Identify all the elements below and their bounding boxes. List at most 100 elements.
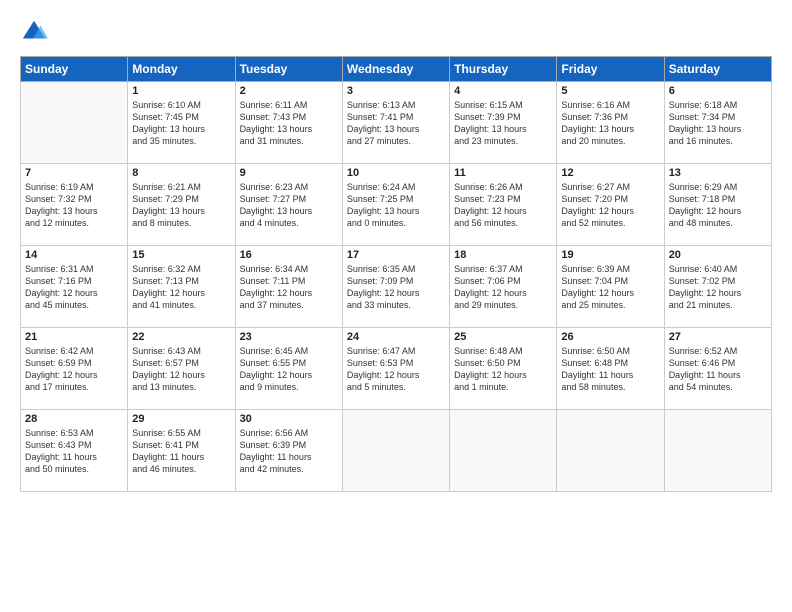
calendar-cell: 14Sunrise: 6:31 AMSunset: 7:16 PMDayligh… xyxy=(21,246,128,328)
cell-info: Sunrise: 6:48 AMSunset: 6:50 PMDaylight:… xyxy=(454,345,552,394)
calendar-cell xyxy=(21,82,128,164)
weekday-header-thursday: Thursday xyxy=(450,57,557,82)
calendar-week-row: 21Sunrise: 6:42 AMSunset: 6:59 PMDayligh… xyxy=(21,328,772,410)
cell-info: Sunrise: 6:16 AMSunset: 7:36 PMDaylight:… xyxy=(561,99,659,148)
calendar-cell: 10 Sunrise: 6:24 AMSunset: 7:25 PMDayligh… xyxy=(342,164,449,246)
calendar-cell: 28 Sunrise: 6:53 AMSunset: 6:43 PMDayligh… xyxy=(21,410,128,492)
calendar-cell: 23 Sunrise: 6:45 AMSunset: 6:55 PMDayligh… xyxy=(235,328,342,410)
calendar-cell: 3 Sunrise: 6:13 AMSunset: 7:41 PMDaylight… xyxy=(342,82,449,164)
calendar-week-row: 1 Sunrise: 6:10 AMSunset: 7:45 PMDaylight… xyxy=(21,82,772,164)
cell-info: Sunrise: 6:18 AMSunset: 7:34 PMDaylight:… xyxy=(669,99,767,148)
weekday-header-friday: Friday xyxy=(557,57,664,82)
calendar-cell xyxy=(664,410,771,492)
calendar-cell: 27 Sunrise: 6:52 AMSunset: 6:46 PMDayligh… xyxy=(664,328,771,410)
day-number: 9 xyxy=(240,167,338,179)
calendar-cell: 26 Sunrise: 6:50 AMSunset: 6:48 PMDayligh… xyxy=(557,328,664,410)
cell-info: Sunrise: 6:26 AMSunset: 7:23 PMDaylight:… xyxy=(454,181,552,230)
day-number: 1 xyxy=(132,85,230,97)
cell-info: Sunrise: 6:35 AMSunset: 7:09 PMDaylight:… xyxy=(347,263,445,312)
calendar-cell: 7 Sunrise: 6:19 AMSunset: 7:32 PMDaylight… xyxy=(21,164,128,246)
weekday-header-wednesday: Wednesday xyxy=(342,57,449,82)
calendar-cell: 29 Sunrise: 6:55 AMSunset: 6:41 PMDayligh… xyxy=(128,410,235,492)
weekday-header-tuesday: Tuesday xyxy=(235,57,342,82)
logo xyxy=(20,18,52,46)
cell-info: Sunrise: 6:42 AMSunset: 6:59 PMDaylight:… xyxy=(25,345,123,394)
cell-info: Sunrise: 6:34 AMSunset: 7:11 PMDaylight:… xyxy=(240,263,338,312)
cell-info: Sunrise: 6:27 AMSunset: 7:20 PMDaylight:… xyxy=(561,181,659,230)
day-number: 22 xyxy=(132,331,230,343)
day-number: 30 xyxy=(240,413,338,425)
cell-info: Sunrise: 6:52 AMSunset: 6:46 PMDaylight:… xyxy=(669,345,767,394)
cell-info: Sunrise: 6:29 AMSunset: 7:18 PMDaylight:… xyxy=(669,181,767,230)
calendar-cell: 13 Sunrise: 6:29 AMSunset: 7:18 PMDayligh… xyxy=(664,164,771,246)
calendar-week-row: 7 Sunrise: 6:19 AMSunset: 7:32 PMDaylight… xyxy=(21,164,772,246)
calendar-body: 1 Sunrise: 6:10 AMSunset: 7:45 PMDaylight… xyxy=(21,82,772,492)
day-number: 7 xyxy=(25,167,123,179)
calendar-cell: 1 Sunrise: 6:10 AMSunset: 7:45 PMDaylight… xyxy=(128,82,235,164)
calendar-week-row: 28 Sunrise: 6:53 AMSunset: 6:43 PMDayligh… xyxy=(21,410,772,492)
day-number: 26 xyxy=(561,331,659,343)
cell-info: Sunrise: 6:55 AMSunset: 6:41 PMDaylight:… xyxy=(132,427,230,476)
cell-info: Sunrise: 6:43 AMSunset: 6:57 PMDaylight:… xyxy=(132,345,230,394)
day-number: 28 xyxy=(25,413,123,425)
day-number: 24 xyxy=(347,331,445,343)
day-number: 5 xyxy=(561,85,659,97)
day-number: 17 xyxy=(347,249,445,261)
calendar-cell: 9 Sunrise: 6:23 AMSunset: 7:27 PMDaylight… xyxy=(235,164,342,246)
cell-info: Sunrise: 6:13 AMSunset: 7:41 PMDaylight:… xyxy=(347,99,445,148)
cell-info: Sunrise: 6:23 AMSunset: 7:27 PMDaylight:… xyxy=(240,181,338,230)
calendar-cell: 2 Sunrise: 6:11 AMSunset: 7:43 PMDaylight… xyxy=(235,82,342,164)
cell-info: Sunrise: 6:19 AMSunset: 7:32 PMDaylight:… xyxy=(25,181,123,230)
day-number: 16 xyxy=(240,249,338,261)
cell-info: Sunrise: 6:11 AMSunset: 7:43 PMDaylight:… xyxy=(240,99,338,148)
calendar-cell: 19 Sunrise: 6:39 AMSunset: 7:04 PMDayligh… xyxy=(557,246,664,328)
day-number: 3 xyxy=(347,85,445,97)
day-number: 2 xyxy=(240,85,338,97)
cell-info: Sunrise: 6:37 AMSunset: 7:06 PMDaylight:… xyxy=(454,263,552,312)
weekday-header-monday: Monday xyxy=(128,57,235,82)
cell-info: Sunrise: 6:32 AMSunset: 7:13 PMDaylight:… xyxy=(132,263,230,312)
calendar-cell: 4 Sunrise: 6:15 AMSunset: 7:39 PMDaylight… xyxy=(450,82,557,164)
day-number: 25 xyxy=(454,331,552,343)
day-number: 4 xyxy=(454,85,552,97)
cell-info: Sunrise: 6:45 AMSunset: 6:55 PMDaylight:… xyxy=(240,345,338,394)
calendar-cell: 25 Sunrise: 6:48 AMSunset: 6:50 PMDayligh… xyxy=(450,328,557,410)
day-number: 20 xyxy=(669,249,767,261)
calendar-cell: 21Sunrise: 6:42 AMSunset: 6:59 PMDayligh… xyxy=(21,328,128,410)
calendar-cell: 17 Sunrise: 6:35 AMSunset: 7:09 PMDayligh… xyxy=(342,246,449,328)
day-number: 13 xyxy=(669,167,767,179)
calendar-cell: 18Sunrise: 6:37 AMSunset: 7:06 PMDayligh… xyxy=(450,246,557,328)
calendar-cell: 16 Sunrise: 6:34 AMSunset: 7:11 PMDayligh… xyxy=(235,246,342,328)
calendar-cell xyxy=(342,410,449,492)
calendar-header: SundayMondayTuesdayWednesdayThursdayFrid… xyxy=(21,57,772,82)
day-number: 29 xyxy=(132,413,230,425)
calendar-table: SundayMondayTuesdayWednesdayThursdayFrid… xyxy=(20,56,772,492)
calendar-cell xyxy=(450,410,557,492)
cell-info: Sunrise: 6:50 AMSunset: 6:48 PMDaylight:… xyxy=(561,345,659,394)
calendar-week-row: 14Sunrise: 6:31 AMSunset: 7:16 PMDayligh… xyxy=(21,246,772,328)
calendar-cell: 24 Sunrise: 6:47 AMSunset: 6:53 PMDayligh… xyxy=(342,328,449,410)
cell-info: Sunrise: 6:39 AMSunset: 7:04 PMDaylight:… xyxy=(561,263,659,312)
weekday-header-sunday: Sunday xyxy=(21,57,128,82)
calendar-cell: 12Sunrise: 6:27 AMSunset: 7:20 PMDayligh… xyxy=(557,164,664,246)
day-number: 15 xyxy=(132,249,230,261)
cell-info: Sunrise: 6:53 AMSunset: 6:43 PMDaylight:… xyxy=(25,427,123,476)
day-number: 6 xyxy=(669,85,767,97)
cell-info: Sunrise: 6:40 AMSunset: 7:02 PMDaylight:… xyxy=(669,263,767,312)
day-number: 14 xyxy=(25,249,123,261)
cell-info: Sunrise: 6:56 AMSunset: 6:39 PMDaylight:… xyxy=(240,427,338,476)
day-number: 19 xyxy=(561,249,659,261)
cell-info: Sunrise: 6:15 AMSunset: 7:39 PMDaylight:… xyxy=(454,99,552,148)
cell-info: Sunrise: 6:24 AMSunset: 7:25 PMDaylight:… xyxy=(347,181,445,230)
logo-icon xyxy=(20,18,48,46)
weekday-header-saturday: Saturday xyxy=(664,57,771,82)
cell-info: Sunrise: 6:10 AMSunset: 7:45 PMDaylight:… xyxy=(132,99,230,148)
calendar-cell: 8Sunrise: 6:21 AMSunset: 7:29 PMDaylight… xyxy=(128,164,235,246)
calendar-cell: 22 Sunrise: 6:43 AMSunset: 6:57 PMDayligh… xyxy=(128,328,235,410)
day-number: 27 xyxy=(669,331,767,343)
cell-info: Sunrise: 6:47 AMSunset: 6:53 PMDaylight:… xyxy=(347,345,445,394)
calendar-cell: 15 Sunrise: 6:32 AMSunset: 7:13 PMDayligh… xyxy=(128,246,235,328)
day-number: 23 xyxy=(240,331,338,343)
day-number: 10 xyxy=(347,167,445,179)
calendar-cell: 6 Sunrise: 6:18 AMSunset: 7:34 PMDaylight… xyxy=(664,82,771,164)
